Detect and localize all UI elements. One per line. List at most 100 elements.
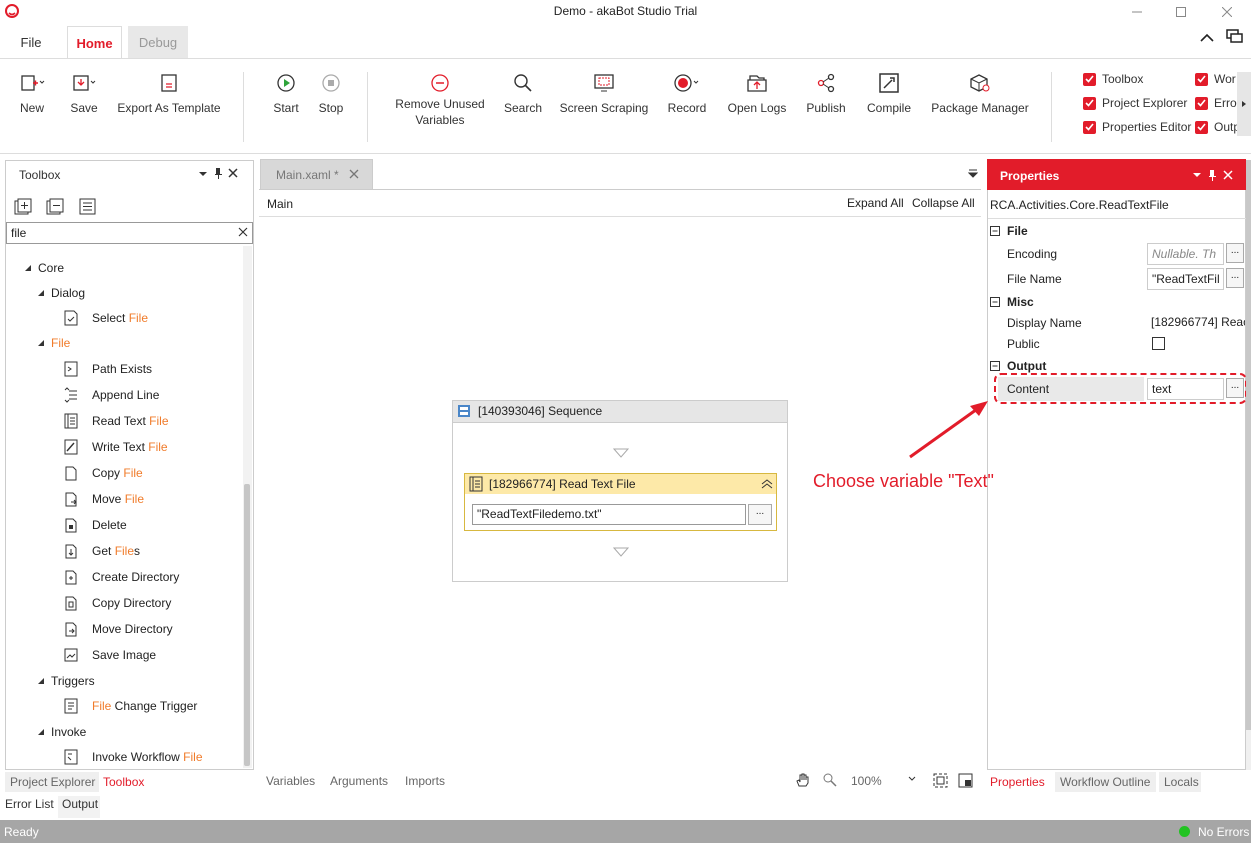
read-text-file-activity[interactable]: [182966774] Read Text File "ReadTextFile… (464, 473, 777, 531)
tab-output[interactable]: Output (58, 796, 100, 818)
tree-category-core[interactable]: Core (24, 255, 64, 281)
public-checkbox[interactable] (1152, 337, 1165, 350)
package-manager-button[interactable]: Package Manager (928, 70, 1032, 115)
tab-error-list[interactable]: Error List (5, 796, 54, 812)
tree-category-dialog[interactable]: Dialog (37, 280, 85, 306)
scrollbar-thumb[interactable] (1246, 160, 1251, 730)
remove-unused-variables-button[interactable]: Remove Unused Variables (388, 70, 492, 127)
section-misc[interactable]: Misc (990, 291, 1034, 313)
close-tab-icon[interactable] (349, 169, 359, 179)
zoom-level[interactable]: 100% (851, 774, 882, 788)
minimize-button[interactable] (1122, 2, 1152, 22)
tab-debug[interactable]: Debug (128, 26, 188, 59)
sequence-header[interactable]: [140393046] Sequence (453, 401, 787, 423)
tab-locals[interactable]: Locals (1159, 772, 1201, 792)
close-icon[interactable] (228, 168, 238, 178)
tool-invoke-workflow-file[interactable]: Invoke Workflow File (64, 744, 203, 770)
tree-category-triggers[interactable]: Triggers (37, 668, 95, 694)
tab-variables[interactable]: Variables (266, 774, 315, 788)
tool-path-exists[interactable]: Path Exists (64, 356, 179, 382)
stop-button[interactable]: Stop (312, 70, 350, 115)
tab-arguments[interactable]: Arguments (330, 774, 388, 788)
tool-copy-directory[interactable]: Copy Directory (64, 590, 179, 616)
toggle-project-explorer[interactable]: Project Explorer (1083, 96, 1187, 110)
tree-category-invoke[interactable]: Invoke (37, 719, 86, 745)
tool-create-directory[interactable]: Create Directory (64, 564, 179, 590)
collapse-activity-icon[interactable] (761, 479, 773, 489)
toggle-error-list[interactable]: Erro (1195, 96, 1237, 110)
toggle-toolbox[interactable]: Toolbox (1083, 72, 1143, 86)
tool-move-file[interactable]: Move File (64, 486, 179, 512)
tool-save-image[interactable]: Save Image (64, 642, 179, 668)
expand-all-link[interactable]: Expand All (847, 196, 904, 210)
new-button[interactable]: New (10, 70, 54, 115)
window-scrollbar[interactable] (1246, 160, 1251, 770)
encoding-input[interactable]: Nullable. Th (1147, 243, 1224, 265)
pin-icon[interactable] (213, 167, 223, 179)
clear-search-icon[interactable] (238, 227, 248, 237)
tab-toolbox[interactable]: Toolbox (103, 772, 144, 792)
compile-button[interactable]: Compile (864, 70, 914, 115)
tool-delete[interactable]: Delete (64, 512, 179, 538)
search-button[interactable]: Search (502, 70, 544, 115)
start-button[interactable]: Start (266, 70, 306, 115)
activity-file-input[interactable]: "ReadTextFiledemo.txt" (472, 504, 746, 525)
tool-write-text-file[interactable]: Write Text File (64, 434, 179, 460)
save-button[interactable]: Save (62, 70, 106, 115)
chat-icon[interactable] (1226, 29, 1244, 45)
sequence-container[interactable]: [140393046] Sequence [182966774] Read Te… (452, 400, 788, 582)
tool-append-line[interactable]: Append Line (64, 382, 179, 408)
tab-project-explorer[interactable]: Project Explorer (5, 772, 99, 792)
collapse-all-icon[interactable] (46, 198, 64, 216)
record-button[interactable]: Record (664, 70, 710, 115)
tab-overflow-icon[interactable] (968, 168, 978, 178)
activity-browse-button[interactable]: ... (748, 504, 772, 525)
filename-browse-button[interactable]: ... (1226, 268, 1244, 288)
tree-category-file[interactable]: File (37, 330, 70, 356)
collapse-ribbon-icon[interactable] (1200, 33, 1214, 43)
maximize-button[interactable] (1166, 2, 1196, 22)
zoom-dropdown-icon[interactable] (908, 776, 916, 782)
toggle-workflow[interactable]: Wor (1195, 72, 1236, 86)
tab-home[interactable]: Home (67, 26, 122, 59)
hand-pan-icon[interactable] (795, 772, 811, 788)
close-window-button[interactable] (1212, 2, 1242, 22)
toolbox-search-field[interactable]: file (6, 222, 253, 244)
zoom-icon[interactable] (822, 772, 838, 788)
tab-imports[interactable]: Imports (405, 774, 445, 788)
list-view-icon[interactable] (79, 198, 97, 216)
tab-file[interactable]: File (8, 26, 54, 59)
encoding-browse-button[interactable]: ... (1226, 243, 1244, 263)
tool-select-file[interactable]: Select File (64, 305, 148, 331)
drop-target-arrow-icon[interactable] (613, 547, 629, 557)
screen-scraping-button[interactable]: Screen Scraping (558, 70, 650, 115)
pin-icon[interactable] (1207, 169, 1217, 181)
activity-header[interactable]: [182966774] Read Text File (465, 474, 776, 494)
displayname-input[interactable]: [182966774] Reac (1147, 312, 1245, 334)
toolbox-scrollbar[interactable] (243, 246, 252, 768)
export-template-button[interactable]: Export As Template (114, 70, 224, 115)
doc-tab-main[interactable]: Main.xaml * (260, 159, 373, 189)
tool-copy-file[interactable]: Copy File (64, 460, 179, 486)
tab-properties[interactable]: Properties (990, 772, 1045, 792)
scrollbar-thumb[interactable] (244, 484, 250, 766)
tab-workflow-outline[interactable]: Workflow Outline (1055, 772, 1156, 792)
close-icon[interactable] (1223, 170, 1233, 180)
dropdown-icon[interactable] (1192, 170, 1202, 180)
dropdown-icon[interactable] (198, 168, 208, 180)
expand-all-icon[interactable] (14, 198, 32, 216)
section-file[interactable]: File (990, 220, 1028, 242)
fit-to-screen-icon[interactable] (933, 773, 948, 788)
tool-get-files[interactable]: Get Files (64, 538, 179, 564)
publish-button[interactable]: Publish (802, 70, 850, 115)
collapse-all-link[interactable]: Collapse All (912, 196, 975, 210)
open-logs-button[interactable]: Open Logs (724, 70, 790, 115)
tool-file-change-trigger[interactable]: File Change Trigger (64, 693, 197, 719)
tool-read-text-file[interactable]: Read Text File (64, 408, 179, 434)
toggle-properties-editor[interactable]: Properties Editor (1083, 120, 1191, 134)
overview-map-icon[interactable] (958, 773, 973, 788)
filename-input[interactable]: "ReadTextFil (1147, 268, 1224, 290)
toggle-output[interactable]: Outp (1195, 120, 1240, 134)
drop-target-arrow-icon[interactable] (613, 448, 629, 458)
ribbon-scroll-right[interactable] (1237, 72, 1251, 136)
